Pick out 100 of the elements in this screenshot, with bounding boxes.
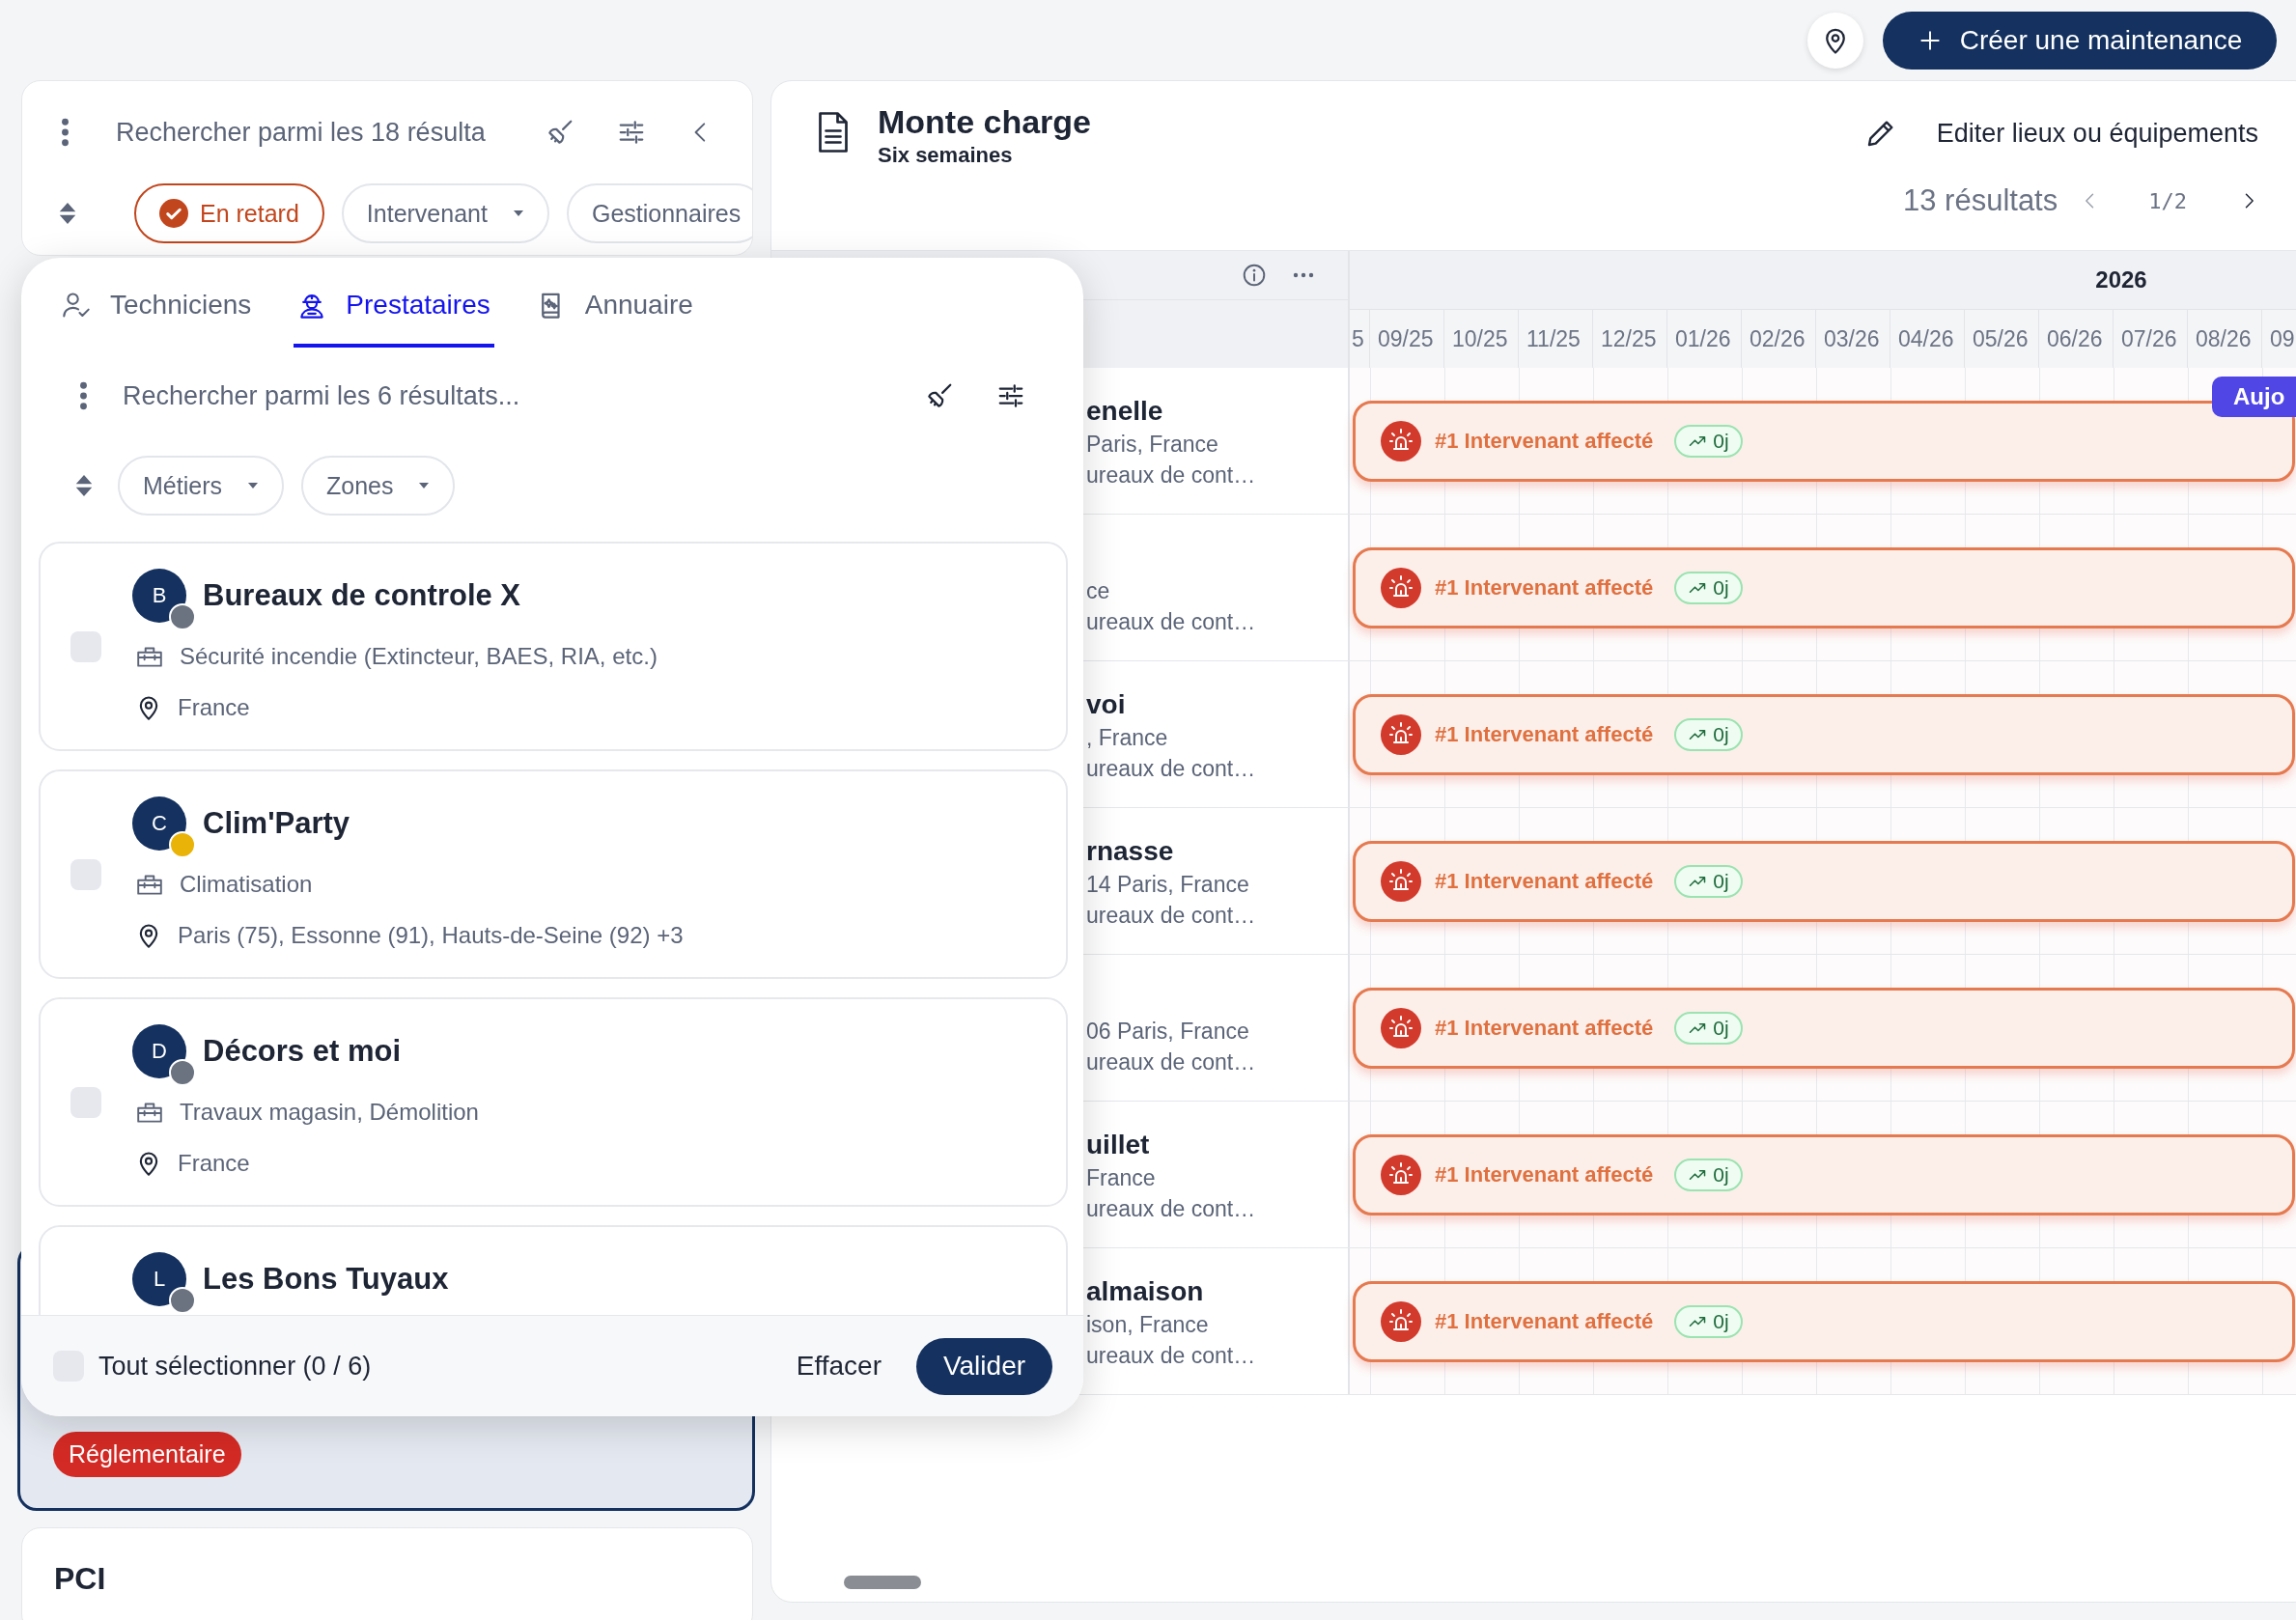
checkbox[interactable]	[70, 1086, 101, 1118]
provider-card[interactable]: C Clim'Party Climatisation Paris (75), Essonne (91), Hauts-de-Seine (92) +3	[39, 769, 1068, 979]
broom-icon[interactable]	[925, 381, 954, 410]
task-label: #1 Intervenant affecté	[1435, 1015, 1654, 1041]
card-title: PCI	[54, 1561, 106, 1596]
provider-name: Les Bons Tuyaux	[203, 1262, 449, 1297]
caret-icon	[418, 482, 431, 489]
provider-name: Décors et moi	[203, 1034, 401, 1069]
info-icon[interactable]	[1242, 263, 1267, 288]
filter-settings-icon[interactable]	[996, 381, 1025, 410]
tab[interactable]: Techniciens	[58, 258, 256, 348]
person-check-icon	[62, 290, 91, 320]
map-button[interactable]	[1807, 12, 1863, 69]
site-name: rnasse	[1086, 835, 1175, 868]
location-text: Paris (75), Essonne (91), Hauts-de-Seine (92) +3	[178, 922, 684, 949]
task-bar[interactable]: #1 Intervenant affecté 0j	[1353, 840, 2295, 922]
task-label: #1 Intervenant affecté	[1435, 721, 1654, 747]
alarm-icon	[1381, 860, 1421, 902]
site-name: uillet	[1086, 1129, 1151, 1161]
site-address: 06 Paris, France	[1086, 1018, 1250, 1046]
site-detail: ureaux de cont…	[1086, 755, 1257, 783]
result-count: 13 résultats	[1903, 183, 2058, 218]
task-label: #1 Intervenant affecté	[1435, 1161, 1654, 1187]
filter-chip[interactable]: Métiers	[118, 456, 284, 516]
provider-card[interactable]: B Bureaux de controle X Sécurité incendie (Extincteur, BAES, RIA, etc.) France	[39, 542, 1068, 751]
site-address: Paris, France	[1086, 431, 1219, 459]
more-icon[interactable]	[61, 118, 70, 147]
scroll-handle[interactable]	[844, 1576, 921, 1589]
tab[interactable]: Annuaire	[532, 258, 697, 348]
submit-button[interactable]: Valider	[916, 1337, 1052, 1395]
edit-button[interactable]: Editer lieux ou équipements	[1864, 114, 2258, 153]
filter-chip[interactable]: En retard	[134, 183, 324, 243]
clear-button[interactable]: Effacer	[790, 1350, 887, 1383]
location-text: France	[178, 694, 250, 721]
alarm-icon	[1381, 1300, 1421, 1342]
site-detail: ureaux de cont…	[1086, 608, 1257, 636]
more-icon[interactable]	[79, 381, 88, 410]
site-detail: ureaux de cont…	[1086, 1195, 1257, 1223]
select-all-label: Tout sélectionner (0 / 6)	[98, 1351, 372, 1382]
site-name: enelle	[1086, 395, 1164, 428]
delay-badge: 0j	[1674, 864, 1743, 898]
task-label: #1 Intervenant affecté	[1435, 868, 1654, 894]
site-detail: ureaux de cont…	[1086, 1342, 1257, 1370]
site-address: ison, France	[1086, 1311, 1210, 1339]
delay-badge: 0j	[1674, 424, 1743, 458]
avatar: D	[132, 1024, 186, 1078]
site-address: 14 Paris, France	[1086, 871, 1250, 899]
checkbox[interactable]	[70, 858, 101, 890]
site-name: almaison	[1086, 1275, 1205, 1308]
list-card[interactable]: PCI	[21, 1527, 753, 1620]
checkbox[interactable]	[70, 630, 101, 662]
site-address: , France	[1086, 724, 1169, 752]
delay-badge: 0j	[1674, 717, 1743, 751]
task-label: #1 Intervenant affecté	[1435, 574, 1654, 601]
today-badge: Aujo	[2212, 377, 2296, 417]
alarm-icon	[1381, 420, 1421, 461]
alarm-icon	[1381, 713, 1421, 755]
delay-badge: 0j	[1674, 1158, 1743, 1191]
avatar: C	[132, 796, 186, 851]
provider-card[interactable]: D Décors et moi Travaux magasin, Démolition France	[39, 997, 1068, 1207]
sort-icon[interactable]	[57, 201, 78, 226]
year-label: 2026	[2094, 266, 2148, 293]
more-icon[interactable]	[1292, 271, 1315, 279]
sort-icon[interactable]	[73, 473, 95, 498]
caret-icon	[246, 482, 259, 489]
toolbox-icon	[135, 1100, 164, 1125]
site-address: France	[1086, 1164, 1157, 1192]
task-label: #1 Intervenant affecté	[1435, 428, 1654, 454]
page-indicator: 1/2	[2148, 188, 2187, 213]
create-maintenance-button[interactable]: Créer une maintenance	[1883, 11, 2277, 70]
trade-text: Sécurité incendie (Extincteur, BAES, RIA, etc.)	[180, 643, 658, 670]
site-detail: ureaux de cont…	[1086, 461, 1257, 489]
search-field[interactable]: Rechercher parmi les 6 résultats...	[123, 380, 882, 411]
delay-badge: 0j	[1674, 571, 1743, 604]
provider-name: Bureaux de controle X	[203, 578, 521, 613]
site-detail: ureaux de cont…	[1086, 902, 1257, 930]
filter-chip[interactable]: Intervenant	[341, 183, 549, 243]
check-circle-icon	[159, 199, 188, 228]
site-detail: ureaux de cont…	[1086, 1048, 1257, 1076]
tab[interactable]: Prestataires	[294, 258, 494, 348]
site-address: ce	[1086, 577, 1111, 605]
caret-icon	[512, 209, 524, 217]
delay-badge: 0j	[1674, 1011, 1743, 1045]
search-field[interactable]: Rechercher parmi les 18 résulta	[116, 117, 503, 148]
alarm-icon	[1381, 1154, 1421, 1195]
location-text: France	[178, 1150, 250, 1177]
filter-chip[interactable]: Zones	[300, 456, 456, 516]
site-name: voi	[1086, 688, 1127, 721]
provider-name: Clim'Party	[203, 806, 350, 841]
task-bar[interactable]: #1 Intervenant affecté 0j	[1353, 546, 2295, 628]
task-bar[interactable]: #1 Intervenant affecté 0j	[1353, 693, 2295, 775]
trade-text: Climatisation	[180, 871, 313, 898]
task-label: #1 Intervenant affecté	[1435, 1308, 1654, 1334]
task-bar[interactable]: #1 Intervenant affecté 0j	[1353, 1133, 2295, 1215]
task-bar[interactable]: #1 Intervenant affecté 0j	[1353, 987, 2295, 1069]
task-bar[interactable]: #1 Intervenant affecté 0j	[1353, 1280, 2295, 1362]
delay-badge: 0j	[1674, 1304, 1743, 1338]
category-tag: Réglementaire	[53, 1432, 241, 1477]
panel-title: Monte charge	[878, 102, 1092, 141]
filter-chip[interactable]: Gestionnaires	[566, 183, 752, 243]
